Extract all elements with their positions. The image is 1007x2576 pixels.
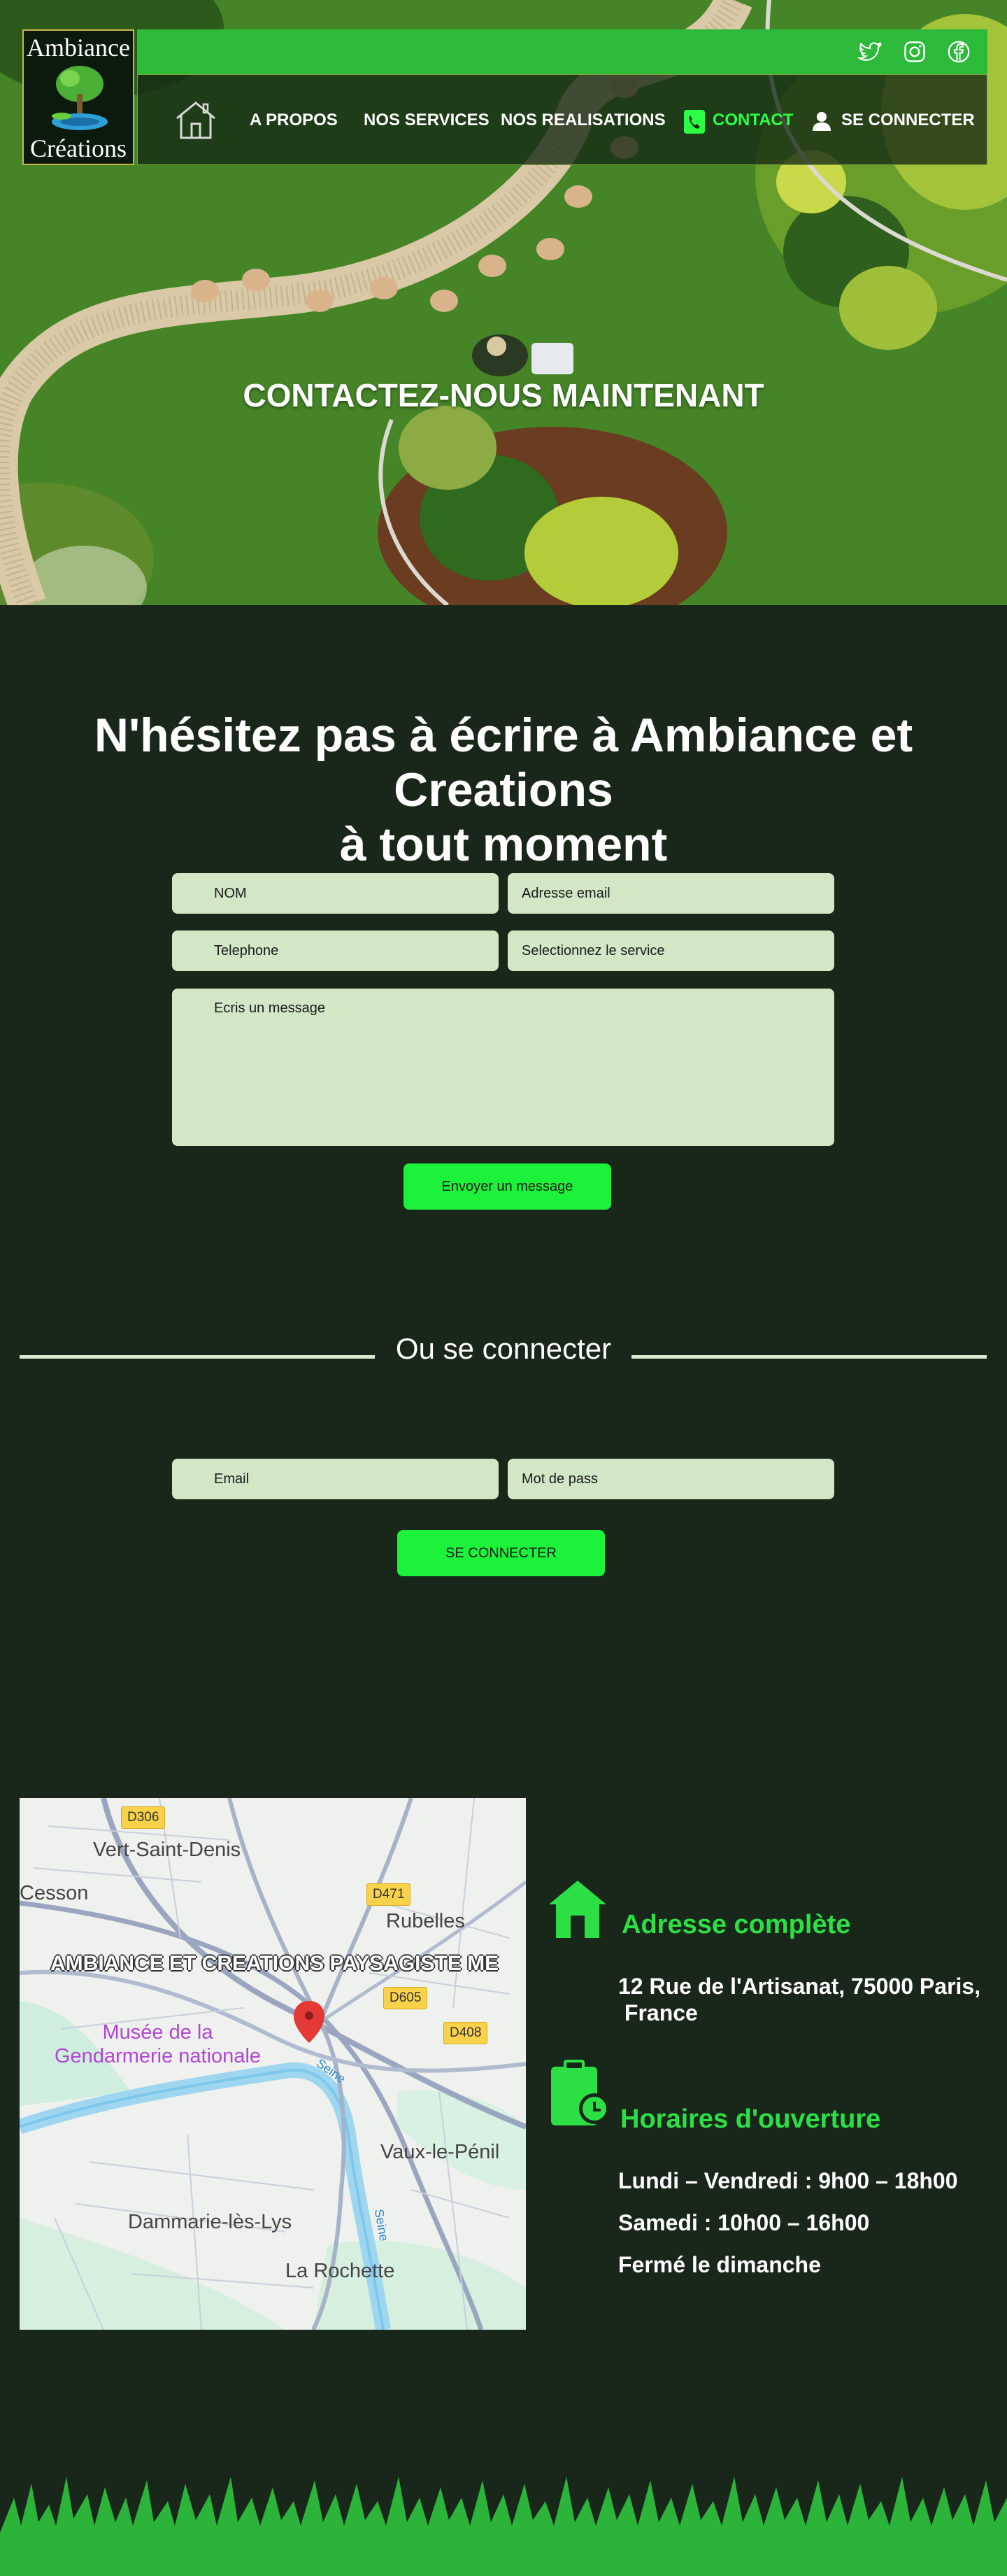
- name-field[interactable]: NOM: [172, 873, 499, 914]
- hours-weekdays: Lundi – Vendredi : 9h00 – 18h00: [618, 2168, 958, 2193]
- name-field-placeholder: NOM: [214, 886, 247, 901]
- map-road-label: D605: [383, 1987, 428, 2009]
- map-town-label: Rubelles: [386, 1910, 465, 1932]
- nav-nos-services[interactable]: NOS SERVICES: [364, 75, 490, 166]
- contact-heading-line3: à tout moment: [339, 818, 668, 871]
- map-poi-line1: Musée de la: [102, 2021, 213, 2044]
- service-select[interactable]: Selectionnez le service: [508, 930, 834, 971]
- user-icon: [813, 112, 831, 131]
- email-field[interactable]: Adresse email: [508, 873, 834, 914]
- phone-field-placeholder: Telephone: [214, 943, 279, 958]
- nav-nos-realisations[interactable]: NOS REALISATIONS: [501, 75, 666, 166]
- building-icon: [549, 1881, 606, 1938]
- login-password-field[interactable]: Mot de pass: [508, 1459, 834, 1499]
- contact-heading-line2: Creations: [394, 763, 613, 816]
- brand-name-line1: Ambiance: [27, 34, 130, 62]
- login-email-field[interactable]: Email: [172, 1459, 499, 1499]
- hours-title: Horaires d'ouverture: [620, 2104, 881, 2134]
- address-title: Adresse complète: [622, 1910, 851, 1939]
- service-select-placeholder: Selectionnez le service: [522, 943, 665, 958]
- hours-sunday: Fermé le dimanche: [618, 2252, 821, 2277]
- hero-title: CONTACTEZ-NOUS MAINTENANT: [243, 377, 764, 413]
- house-icon[interactable]: [173, 99, 219, 141]
- hours-saturday: Samedi : 10h00 – 16h00: [618, 2210, 870, 2235]
- message-textarea-placeholder: Ecris un message: [214, 1000, 325, 1016]
- nav-a-propos[interactable]: A PROPOS: [250, 75, 338, 166]
- map-poi-label: Musée de la Gendarmerie nationale: [55, 2021, 261, 2068]
- map-road-label: D306: [121, 1806, 166, 1829]
- main-navbar: A PROPOS NOS SERVICES NOS REALISATIONS C…: [137, 74, 987, 165]
- map-road-label: D471: [366, 1883, 411, 1906]
- clipboard-clock-icon: [551, 2060, 610, 2125]
- logo-tree-icon: [52, 66, 108, 130]
- brand-name-line2: Créations: [30, 134, 127, 162]
- map-town-label: Dammarie-lès-Lys: [128, 2211, 292, 2233]
- twitter-icon[interactable]: [857, 39, 883, 64]
- nav-contact[interactable]: CONTACT: [713, 75, 794, 166]
- map-town-label: La Rochette: [285, 2260, 395, 2282]
- nav-se-connecter[interactable]: SE CONNECTER: [841, 75, 975, 166]
- address-line1: 12 Rue de l'Artisanat, 75000 Paris,: [618, 1974, 981, 1999]
- social-topbar: [137, 29, 987, 74]
- login-email-placeholder: Email: [214, 1471, 250, 1487]
- map-road-label: D408: [443, 2022, 488, 2044]
- email-field-placeholder: Adresse email: [522, 886, 610, 901]
- divider-line-right: [631, 1355, 987, 1359]
- instagram-icon[interactable]: [902, 39, 927, 64]
- phone-icon: [684, 110, 705, 134]
- contact-heading: N'hésitez pas à écrire à Ambiance et Cre…: [0, 708, 1007, 872]
- login-submit-button[interactable]: SE CONNECTER: [397, 1530, 605, 1576]
- map-town-label: Vaux-le-Pénil: [380, 2141, 500, 2163]
- facebook-icon[interactable]: [946, 39, 971, 64]
- contact-heading-line1: N'hésitez pas à écrire à Ambiance et: [94, 709, 913, 762]
- login-divider-text: Ou se connecter: [395, 1332, 612, 1365]
- message-textarea[interactable]: Ecris un message: [172, 989, 834, 1146]
- login-password-placeholder: Mot de pass: [522, 1471, 598, 1487]
- map-town-label: Vert-Saint-Denis: [93, 1839, 241, 1861]
- map-town-label: Cesson: [20, 1882, 89, 1904]
- address-line2: France: [618, 2000, 698, 2025]
- grass-footer-decoration: [0, 2477, 1007, 2576]
- map-poi-line2: Gendarmerie nationale: [55, 2045, 262, 2067]
- phone-field[interactable]: Telephone: [172, 930, 499, 971]
- location-map[interactable]: Vert-Saint-Denis Cesson Rubelles Vaux-le…: [20, 1798, 526, 2330]
- send-message-button[interactable]: Envoyer un message: [403, 1163, 611, 1210]
- brand-logo[interactable]: Ambiance Créations: [22, 29, 134, 165]
- hero-section: Ambiance Créations A PROPOS NOS SERVICES…: [0, 0, 1007, 605]
- map-business-label: AMBIANCE ET CREATIONS PAYSAGISTE ME: [50, 1952, 499, 1975]
